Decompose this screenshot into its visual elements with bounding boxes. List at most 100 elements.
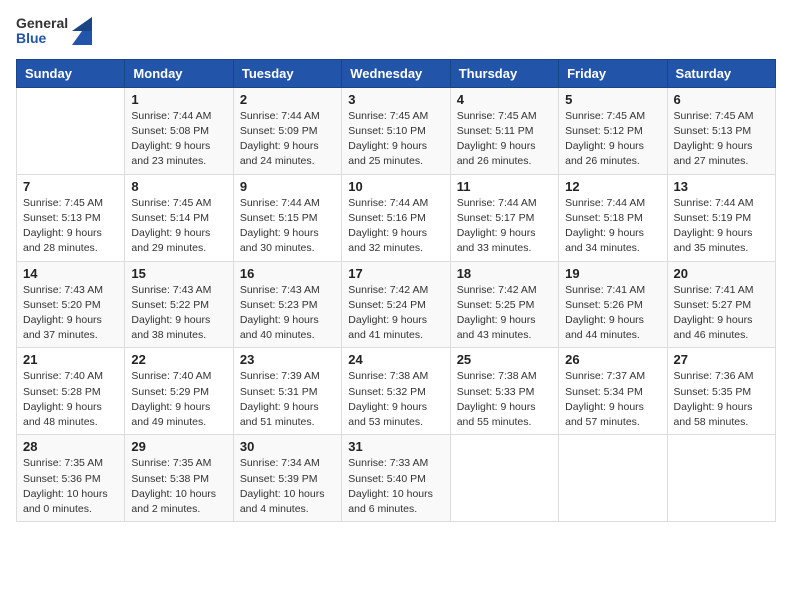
calendar-cell: 13 Sunrise: 7:44 AMSunset: 5:19 PMDayligh…	[667, 174, 775, 261]
day-info: Sunrise: 7:45 AMSunset: 5:13 PMDaylight:…	[23, 196, 118, 257]
day-number: 13	[674, 179, 769, 194]
calendar-cell: 27 Sunrise: 7:36 AMSunset: 5:35 PMDayligh…	[667, 348, 775, 435]
week-row-3: 14 Sunrise: 7:43 AMSunset: 5:20 PMDayligh…	[17, 261, 776, 348]
day-info: Sunrise: 7:44 AMSunset: 5:18 PMDaylight:…	[565, 196, 660, 257]
weekday-header-wednesday: Wednesday	[342, 59, 450, 87]
day-info: Sunrise: 7:43 AMSunset: 5:22 PMDaylight:…	[131, 283, 226, 344]
calendar-cell	[450, 435, 558, 522]
day-number: 11	[457, 179, 552, 194]
day-number: 28	[23, 439, 118, 454]
page-header: GeneralBlue	[16, 16, 776, 47]
calendar-cell: 26 Sunrise: 7:37 AMSunset: 5:34 PMDayligh…	[559, 348, 667, 435]
calendar-cell: 12 Sunrise: 7:44 AMSunset: 5:18 PMDayligh…	[559, 174, 667, 261]
day-info: Sunrise: 7:44 AMSunset: 5:09 PMDaylight:…	[240, 109, 335, 170]
calendar-cell: 14 Sunrise: 7:43 AMSunset: 5:20 PMDayligh…	[17, 261, 125, 348]
calendar-cell: 18 Sunrise: 7:42 AMSunset: 5:25 PMDayligh…	[450, 261, 558, 348]
day-info: Sunrise: 7:44 AMSunset: 5:16 PMDaylight:…	[348, 196, 443, 257]
calendar-cell: 20 Sunrise: 7:41 AMSunset: 5:27 PMDayligh…	[667, 261, 775, 348]
day-info: Sunrise: 7:35 AMSunset: 5:36 PMDaylight:…	[23, 456, 118, 517]
day-number: 23	[240, 352, 335, 367]
day-number: 27	[674, 352, 769, 367]
day-info: Sunrise: 7:45 AMSunset: 5:11 PMDaylight:…	[457, 109, 552, 170]
calendar-cell: 10 Sunrise: 7:44 AMSunset: 5:16 PMDayligh…	[342, 174, 450, 261]
day-number: 30	[240, 439, 335, 454]
weekday-header-thursday: Thursday	[450, 59, 558, 87]
day-info: Sunrise: 7:44 AMSunset: 5:17 PMDaylight:…	[457, 196, 552, 257]
day-info: Sunrise: 7:37 AMSunset: 5:34 PMDaylight:…	[565, 369, 660, 430]
calendar-cell: 17 Sunrise: 7:42 AMSunset: 5:24 PMDayligh…	[342, 261, 450, 348]
day-number: 21	[23, 352, 118, 367]
calendar-cell: 31 Sunrise: 7:33 AMSunset: 5:40 PMDayligh…	[342, 435, 450, 522]
calendar-cell: 19Sunrise: 7:41 AMSunset: 5:26 PMDayligh…	[559, 261, 667, 348]
week-row-4: 21 Sunrise: 7:40 AMSunset: 5:28 PMDayligh…	[17, 348, 776, 435]
day-info: Sunrise: 7:34 AMSunset: 5:39 PMDaylight:…	[240, 456, 335, 517]
day-info: Sunrise: 7:35 AMSunset: 5:38 PMDaylight:…	[131, 456, 226, 517]
day-info: Sunrise: 7:40 AMSunset: 5:29 PMDaylight:…	[131, 369, 226, 430]
week-row-2: 7 Sunrise: 7:45 AMSunset: 5:13 PMDaylight…	[17, 174, 776, 261]
calendar-cell: 21 Sunrise: 7:40 AMSunset: 5:28 PMDayligh…	[17, 348, 125, 435]
day-number: 7	[23, 179, 118, 194]
weekday-header-tuesday: Tuesday	[233, 59, 341, 87]
calendar-cell: 25Sunrise: 7:38 AMSunset: 5:33 PMDayligh…	[450, 348, 558, 435]
day-number: 18	[457, 266, 552, 281]
day-info: Sunrise: 7:36 AMSunset: 5:35 PMDaylight:…	[674, 369, 769, 430]
weekday-header-saturday: Saturday	[667, 59, 775, 87]
day-info: Sunrise: 7:44 AMSunset: 5:19 PMDaylight:…	[674, 196, 769, 257]
day-info: Sunrise: 7:40 AMSunset: 5:28 PMDaylight:…	[23, 369, 118, 430]
day-info: Sunrise: 7:45 AMSunset: 5:10 PMDaylight:…	[348, 109, 443, 170]
weekday-header-friday: Friday	[559, 59, 667, 87]
day-number: 16	[240, 266, 335, 281]
day-info: Sunrise: 7:42 AMSunset: 5:24 PMDaylight:…	[348, 283, 443, 344]
day-number: 14	[23, 266, 118, 281]
logo-triangle-icon	[72, 17, 92, 45]
logo: GeneralBlue	[16, 16, 92, 47]
day-info: Sunrise: 7:42 AMSunset: 5:25 PMDaylight:…	[457, 283, 552, 344]
day-number: 4	[457, 92, 552, 107]
calendar-cell: 22 Sunrise: 7:40 AMSunset: 5:29 PMDayligh…	[125, 348, 233, 435]
day-info: Sunrise: 7:43 AMSunset: 5:20 PMDaylight:…	[23, 283, 118, 344]
day-info: Sunrise: 7:44 AMSunset: 5:15 PMDaylight:…	[240, 196, 335, 257]
day-number: 8	[131, 179, 226, 194]
day-number: 5	[565, 92, 660, 107]
day-info: Sunrise: 7:39 AMSunset: 5:31 PMDaylight:…	[240, 369, 335, 430]
day-info: Sunrise: 7:41 AMSunset: 5:27 PMDaylight:…	[674, 283, 769, 344]
day-info: Sunrise: 7:43 AMSunset: 5:23 PMDaylight:…	[240, 283, 335, 344]
calendar-cell: 15 Sunrise: 7:43 AMSunset: 5:22 PMDayligh…	[125, 261, 233, 348]
day-number: 15	[131, 266, 226, 281]
day-number: 6	[674, 92, 769, 107]
weekday-header-sunday: Sunday	[17, 59, 125, 87]
day-info: Sunrise: 7:44 AMSunset: 5:08 PMDaylight:…	[131, 109, 226, 170]
calendar-cell	[17, 87, 125, 174]
day-info: Sunrise: 7:45 AMSunset: 5:13 PMDaylight:…	[674, 109, 769, 170]
day-number: 22	[131, 352, 226, 367]
logo-text: GeneralBlue	[16, 16, 68, 47]
day-info: Sunrise: 7:33 AMSunset: 5:40 PMDaylight:…	[348, 456, 443, 517]
calendar-cell: 2Sunrise: 7:44 AMSunset: 5:09 PMDaylight…	[233, 87, 341, 174]
calendar-cell: 9 Sunrise: 7:44 AMSunset: 5:15 PMDaylight…	[233, 174, 341, 261]
day-number: 20	[674, 266, 769, 281]
calendar-cell: 8Sunrise: 7:45 AMSunset: 5:14 PMDaylight…	[125, 174, 233, 261]
day-number: 12	[565, 179, 660, 194]
calendar-cell: 1 Sunrise: 7:44 AMSunset: 5:08 PMDaylight…	[125, 87, 233, 174]
day-number: 3	[348, 92, 443, 107]
calendar-cell: 3 Sunrise: 7:45 AMSunset: 5:10 PMDaylight…	[342, 87, 450, 174]
calendar-cell	[667, 435, 775, 522]
calendar-cell: 4 Sunrise: 7:45 AMSunset: 5:11 PMDaylight…	[450, 87, 558, 174]
day-number: 29	[131, 439, 226, 454]
calendar-cell: 16 Sunrise: 7:43 AMSunset: 5:23 PMDayligh…	[233, 261, 341, 348]
calendar-cell: 6 Sunrise: 7:45 AMSunset: 5:13 PMDaylight…	[667, 87, 775, 174]
day-number: 31	[348, 439, 443, 454]
day-number: 9	[240, 179, 335, 194]
day-number: 26	[565, 352, 660, 367]
weekday-header-monday: Monday	[125, 59, 233, 87]
calendar-cell: 7 Sunrise: 7:45 AMSunset: 5:13 PMDaylight…	[17, 174, 125, 261]
day-info: Sunrise: 7:45 AMSunset: 5:12 PMDaylight:…	[565, 109, 660, 170]
calendar-cell	[559, 435, 667, 522]
weekday-header-row: SundayMondayTuesdayWednesdayThursdayFrid…	[17, 59, 776, 87]
day-number: 1	[131, 92, 226, 107]
day-number: 17	[348, 266, 443, 281]
calendar-cell: 30 Sunrise: 7:34 AMSunset: 5:39 PMDayligh…	[233, 435, 341, 522]
calendar-table: SundayMondayTuesdayWednesdayThursdayFrid…	[16, 59, 776, 522]
day-number: 10	[348, 179, 443, 194]
calendar-cell: 24Sunrise: 7:38 AMSunset: 5:32 PMDayligh…	[342, 348, 450, 435]
